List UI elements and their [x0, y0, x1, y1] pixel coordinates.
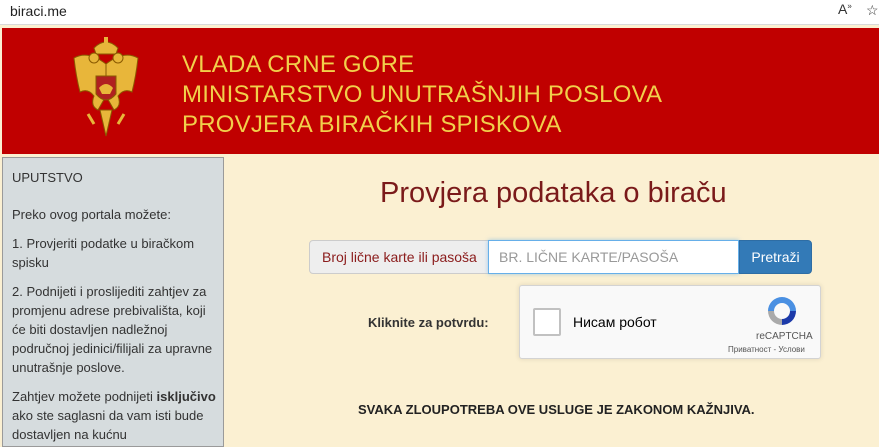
header-line-government: VLADA CRNE GORE — [182, 51, 415, 78]
sidebar-note-prefix: Zahtjev možete podnijeti — [12, 389, 153, 404]
page-title: Provjera podataka o biraču — [380, 177, 727, 209]
sidebar-item-check-data: 1. Provjeriti podatke u biračkom spisku — [12, 236, 195, 270]
sidebar-note-bold: isključivo — [156, 389, 216, 404]
search-button[interactable]: Pretraži — [739, 240, 812, 274]
sidebar-heading: UPUTSTVO — [12, 170, 83, 185]
recaptcha-widget: Нисам робот reCAPTCHA Приватност - Услов… — [519, 285, 821, 359]
search-label-addon: Broj lične karte ili pasoša — [309, 240, 489, 274]
search-label: Broj lične karte ili pasoša — [322, 249, 477, 265]
recaptcha-label: Нисам робот — [573, 314, 657, 330]
header-line-service: PROVJERA BIRAČKIH SPISKOVA — [182, 111, 562, 138]
sidebar-item-change-address: 2. Podnijeti i proslijediti zahtjev za p… — [12, 284, 213, 375]
instructions-sidebar: UPUTSTVO Preko ovog portala možete: 1. P… — [2, 157, 224, 447]
abuse-warning: SVAKA ZLOUPOTREBA OVE USLUGE JE ZAKONOM … — [358, 402, 755, 417]
recaptcha-privacy-terms-links[interactable]: Приватност - Услови — [728, 345, 805, 354]
read-aloud-icon[interactable]: A» — [838, 1, 852, 17]
confirm-label: Kliknite za potvrdu: — [368, 315, 489, 330]
browser-address-bar: biraci.me A» ☆ — [0, 0, 879, 25]
recaptcha-logo-icon — [768, 297, 796, 325]
favorite-star-icon[interactable]: ☆ — [866, 2, 879, 19]
coat-of-arms-icon — [73, 37, 139, 137]
recaptcha-checkbox[interactable] — [533, 308, 561, 336]
url-text[interactable]: biraci.me — [10, 3, 67, 19]
document-number-input[interactable] — [488, 240, 739, 274]
sidebar-note: Zahtjev možete podnijeti isključivo ako … — [12, 387, 218, 444]
sidebar-intro: Preko ovog portala možete: — [12, 207, 171, 222]
header-line-ministry: MINISTARSTVO UNUTRAŠNJIH POSLOVA — [182, 81, 663, 108]
site-header: VLADA CRNE GORE MINISTARSTVO UNUTRAŠNJIH… — [2, 28, 879, 154]
recaptcha-brand: reCAPTCHA — [756, 331, 813, 342]
